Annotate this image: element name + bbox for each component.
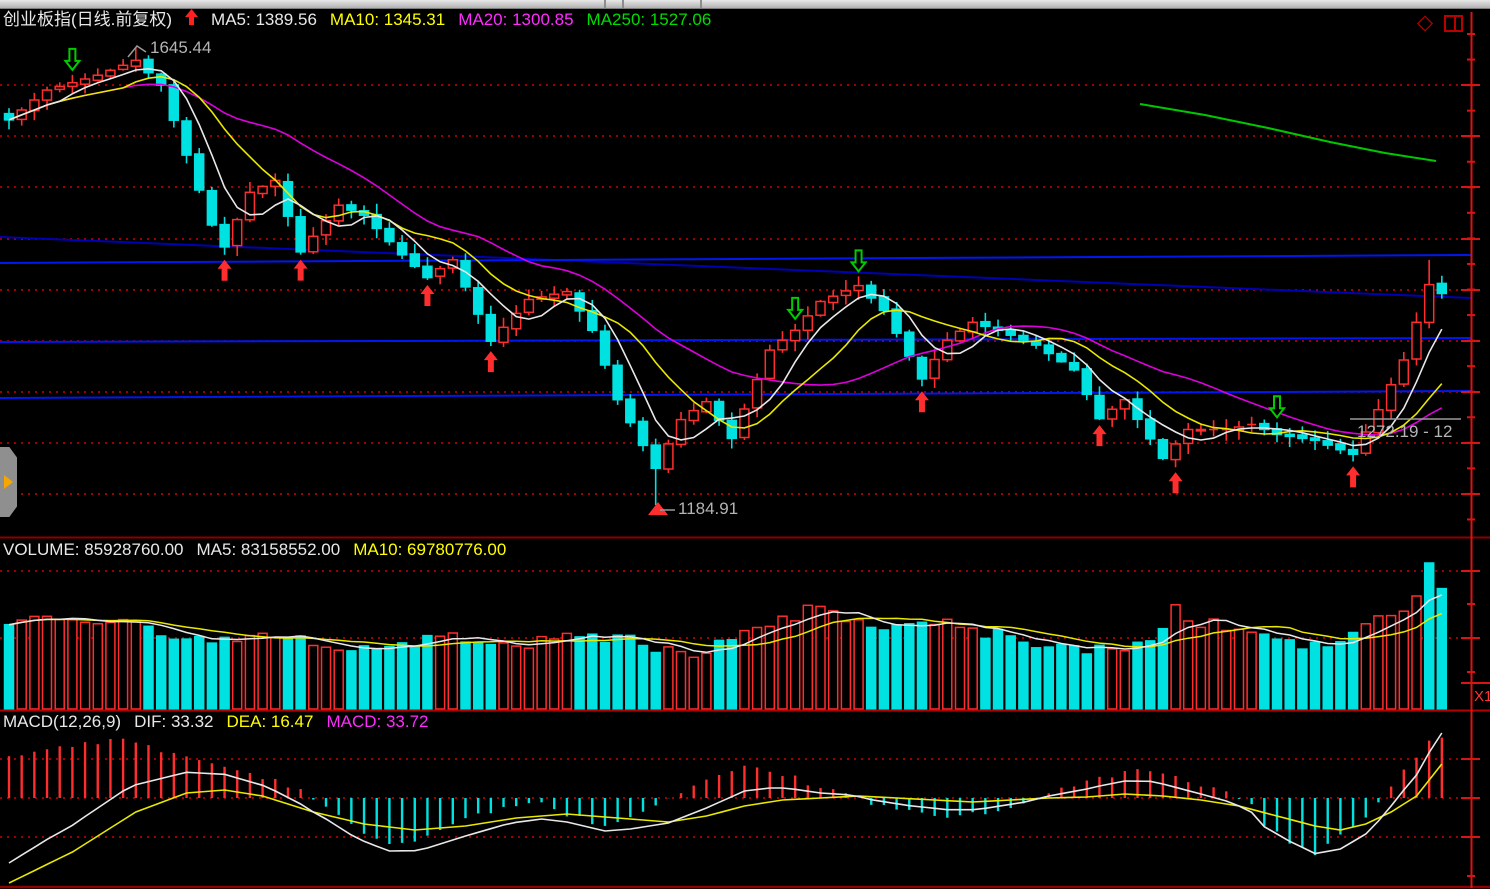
ma20-legend: MA20: 1300.85 bbox=[458, 10, 573, 30]
sidebar-expand-tab[interactable] bbox=[0, 447, 17, 517]
crosshair-price-label: 1272.19 - 12 bbox=[1357, 422, 1452, 442]
volume-bars bbox=[5, 563, 1447, 709]
ma5-legend: MA5: 1389.56 bbox=[211, 10, 317, 30]
price-markers bbox=[128, 46, 1461, 515]
volume-legend: VOLUME: 85928760.00 MA5: 83158552.00 MA1… bbox=[3, 540, 506, 560]
macd-dea-legend: DEA: 16.47 bbox=[226, 712, 313, 732]
restore-inner-pane bbox=[1454, 17, 1456, 30]
chart-canvas[interactable] bbox=[0, 0, 1490, 889]
support-lines bbox=[0, 237, 1471, 398]
diamond-tool-icon[interactable]: ◇ bbox=[1417, 12, 1433, 34]
macd-name: MACD(12,26,9) bbox=[3, 712, 121, 732]
volume-value: VOLUME: 85928760.00 bbox=[3, 540, 184, 560]
macd-lines bbox=[9, 733, 1442, 883]
volume-ma5-legend: MA5: 83158552.00 bbox=[197, 540, 341, 560]
expand-arrow-icon bbox=[4, 475, 13, 489]
macd-dif-legend: DIF: 33.32 bbox=[134, 712, 213, 732]
ma250-line bbox=[1140, 104, 1436, 161]
restore-window-icon[interactable] bbox=[1444, 15, 1463, 32]
low-price-label: 1184.91 bbox=[678, 499, 738, 519]
high-price-label: 1645.44 bbox=[150, 38, 211, 58]
main-chart-legend: 创业板指(日线.前复权) MA5: 1389.56 MA10: 1345.31 … bbox=[3, 9, 711, 30]
volume-scale-label: X1 bbox=[1474, 688, 1490, 705]
candles bbox=[5, 48, 1447, 505]
up-arrow-icon bbox=[185, 9, 198, 30]
macd-legend: MACD(12,26,9) DIF: 33.32 DEA: 16.47 MACD… bbox=[3, 712, 428, 732]
ma10-legend: MA10: 1345.31 bbox=[330, 10, 445, 30]
volume-ma10-legend: MA10: 69780776.00 bbox=[353, 540, 506, 560]
ma250-legend: MA250: 1527.06 bbox=[587, 10, 712, 30]
right-axis bbox=[1461, 12, 1490, 888]
stock-chart-app: 创业板指(日线.前复权) MA5: 1389.56 MA10: 1345.31 … bbox=[0, 0, 1490, 889]
chart-title: 创业板指(日线.前复权) bbox=[3, 10, 172, 30]
macd-value-legend: MACD: 33.72 bbox=[326, 712, 428, 732]
